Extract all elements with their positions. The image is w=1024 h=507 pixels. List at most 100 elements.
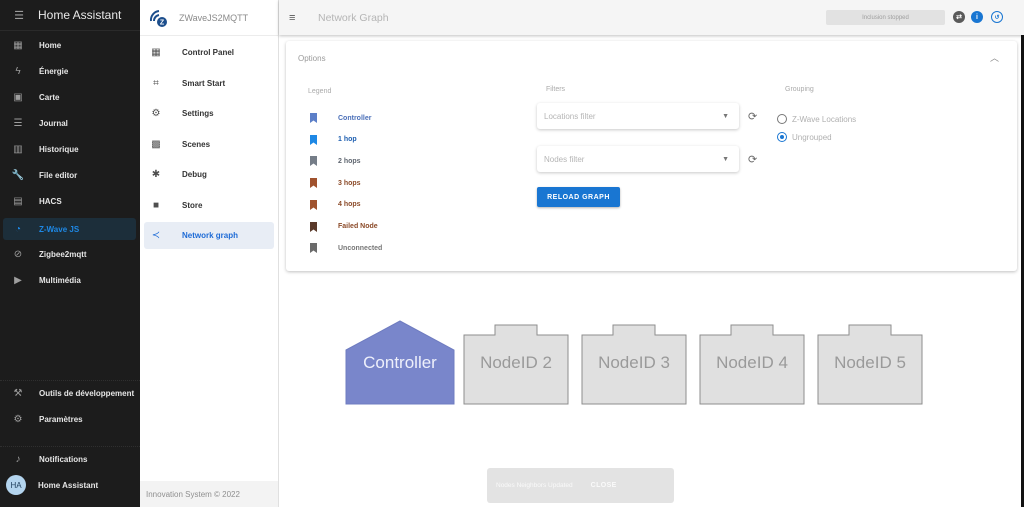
ha-sidebar-header: ☰ Home Assistant [0,0,140,31]
ha-sidebar-item-multim-dia[interactable]: ▶ Multimédia [3,269,136,291]
qrcode-scan-icon: ⌗ [153,77,159,89]
app-sidebar-item-label: Debug [182,170,207,179]
app-sidebar-item-debug[interactable]: ✱ Debug [144,161,274,188]
ha-sidebar-item-label: Historique [39,144,79,154]
info-icon[interactable]: i [971,11,983,23]
bookmark-icon [310,243,317,254]
app-sidebar-item-scenes[interactable]: ▩ Scenes [144,131,274,158]
network-graph[interactable]: Controller NodeID 2 NodeID 3 NodeID 4 NodeID… [280,278,1024,458]
app-sidebar-item-settings[interactable]: ⚙ Settings [144,100,274,127]
app-sidebar-item-store[interactable]: ■ Store [144,192,274,219]
legend-item: Failed Node [310,221,378,233]
ha-sidebar-item-param-tres[interactable]: ⚙ Paramètres [3,408,136,430]
restart-icon[interactable]: ↺ [991,11,1003,23]
legend-item: Controller [310,112,371,124]
graph-node[interactable]: NodeID 5 [817,324,923,405]
ha-sidebar-item-label: File editor [39,170,78,180]
ha-sidebar-item-historique[interactable]: ▥ Historique [3,138,136,160]
legend-item: 3 hops [310,177,361,189]
options-title: Options [298,54,326,63]
legend-label: 3 hops [338,179,361,187]
ha-user[interactable]: HA Home Assistant [3,474,136,496]
ha-sidebar-item-journal[interactable]: ☰ Journal [3,112,136,134]
legend-label: Legend [308,88,332,95]
view-dashboard-icon: ▦ [151,47,161,58]
sidebar-divider [0,380,140,381]
scenes-icon: ▩ [151,138,161,150]
zwave-icon: ◔ [14,223,22,235]
legend-item: Unconnected [310,242,382,254]
graph-node-label: NodeID 4 [716,353,788,372]
network-graph-canvas[interactable]: Controller NodeID 2 NodeID 3 NodeID 4 NodeID… [280,278,1024,458]
ha-sidebar-item-z-wave-js[interactable]: ◔ Z-Wave JS [3,218,136,240]
refresh-locations-icon[interactable]: ⟳ [748,110,757,123]
grouping-label: Grouping [785,86,814,93]
zwave-logo-icon: Z [148,7,170,29]
graph-node[interactable]: Controller [345,320,455,405]
legend-label: Failed Node [338,223,378,230]
options-card: Options ︿ Legend Controller 1 hop 2 hops 3 … [286,41,1017,271]
ha-notifications[interactable]: ♪ Notifications [3,448,136,470]
sidebar-divider [0,446,140,447]
ha-sidebar: ☰ Home Assistant ▦ Home ϟ Énergie ▣ Carte ☰ Jou… [0,0,140,507]
app-sidebar-item-network-graph[interactable]: ≺ Network graph [144,222,274,249]
locations-filter-placeholder: Locations filter [544,111,596,121]
app-sidebar-item-label: Store [182,200,203,210]
legend-label: 1 hop [338,136,357,144]
media-icon: ▶ [14,274,22,286]
ha-sidebar-item-home[interactable]: ▦ Home [3,34,136,56]
nodes-filter-select[interactable]: Nodes filter ▼ [537,146,739,172]
legend-item: 1 hop [310,134,357,146]
reload-graph-button[interactable]: RELOAD GRAPH [537,187,620,207]
dashboard-icon: ▦ [13,39,23,51]
graph-node-label: NodeID 5 [834,353,906,372]
radio-label: Ungrouped [792,132,832,142]
app-sidebar-item-smart-start[interactable]: ⌗ Smart Start [144,70,274,97]
graph-node-label: NodeID 3 [598,353,670,372]
graph-node[interactable]: NodeID 3 [581,324,687,405]
menu-collapse-icon[interactable]: ☰ [0,9,38,22]
ha-sidebar-item-label: Journal [39,118,68,128]
hamburger-menu-icon[interactable]: ≡ [289,12,300,24]
topbar: ≡ Network Graph Inclusion stopped ⇄ i ↺ [279,0,1024,35]
zigbee-icon: ⊘ [13,248,23,260]
radio-zwave-locations[interactable]: Z-Wave Locations [777,114,856,124]
ha-sidebar-item-file-editor[interactable]: 🔧 File editor [3,164,136,186]
radio-button[interactable] [777,132,787,142]
ha-sidebar-item-label: Multimédia [39,275,81,285]
bookmark-icon [310,221,317,232]
refresh-nodes-icon[interactable]: ⟳ [748,153,757,166]
snackbar: Nodes Neighbors Updated CLOSE [487,468,674,503]
app-sidebar: Z ZWaveJS2MQTT ▦ Control Panel ⌗ Smart Star… [140,0,279,507]
list-icon: ☰ [13,117,23,129]
user-label: Home Assistant [38,480,99,490]
ha-sidebar-item-zigbee2mqtt[interactable]: ⊘ Zigbee2mqtt [3,243,136,265]
ha-sidebar-item--nergie[interactable]: ϟ Énergie [3,60,136,82]
radio-label: Z-Wave Locations [792,114,857,124]
ha-sidebar-item-label: Home [39,40,62,50]
graph-node[interactable]: NodeID 4 [699,324,805,405]
svg-text:Z: Z [160,19,165,26]
radio-button[interactable] [777,114,787,124]
snackbar-message: Nodes Neighbors Updated [496,482,573,489]
ha-sidebar-item-outils-de-d-veloppement[interactable]: ⚒ Outils de développement [3,382,136,404]
legend-label: Controller [338,114,372,122]
legend-label: 4 hops [338,201,361,209]
inclusion-status-badge: Inclusion stopped [826,10,945,25]
graph-node-label: NodeID 2 [480,353,552,372]
lightning-icon: ϟ [15,65,21,77]
bookmark-icon [310,199,317,210]
locations-filter-select[interactable]: Locations filter ▼ [537,103,739,129]
swap-icon[interactable]: ⇄ [953,11,965,23]
app-sidebar-item-control-panel[interactable]: ▦ Control Panel [144,39,274,66]
graph-node[interactable]: NodeID 2 [463,324,569,405]
chevron-up-icon[interactable]: ︿ [990,51,999,64]
app-sidebar-item-label: Control Panel [182,48,235,57]
ha-sidebar-item-carte[interactable]: ▣ Carte [3,86,136,108]
snackbar-close-button[interactable]: CLOSE [591,482,617,489]
folder-icon: ■ [152,199,160,211]
radio-ungrouped[interactable]: Ungrouped [777,132,832,142]
app-footer: Innovation System © 2022 [140,481,278,507]
wrench-icon: 🔧 [11,169,25,181]
ha-sidebar-item-hacs[interactable]: ▤ HACS [3,190,136,212]
